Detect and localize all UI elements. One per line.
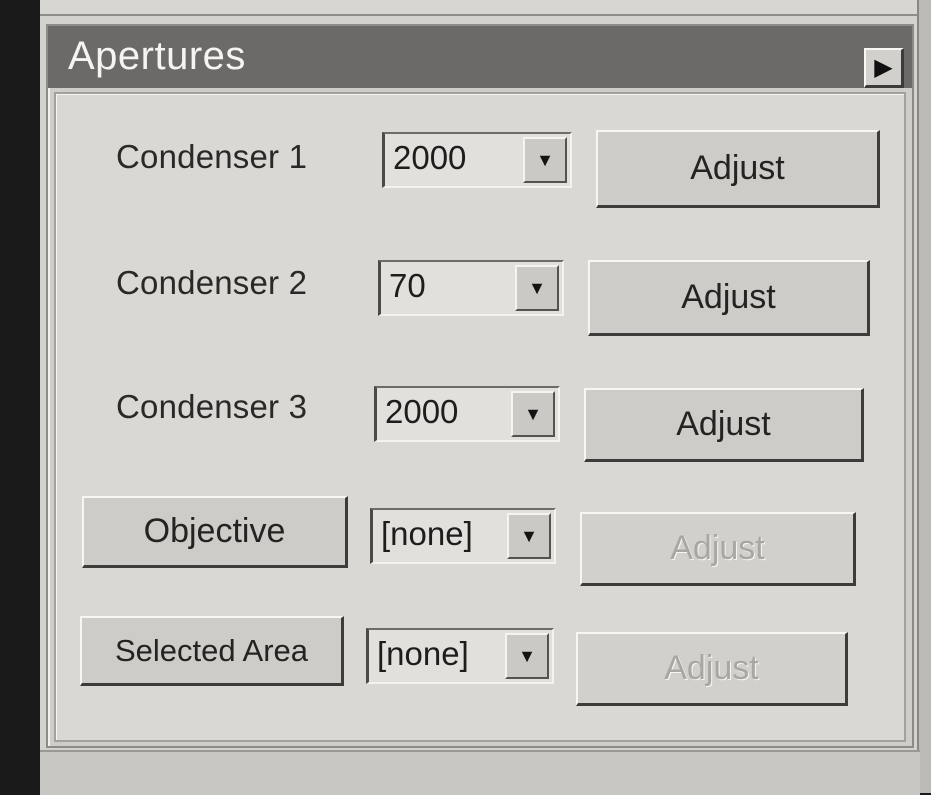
- condenser-3-adjust-button[interactable]: Adjust: [584, 388, 864, 462]
- chevron-down-icon[interactable]: ▼: [511, 391, 555, 437]
- chevron-down-icon[interactable]: ▼: [515, 265, 559, 311]
- chevron-down-icon[interactable]: ▼: [523, 137, 567, 183]
- selected-area-adjust-button: Adjust: [576, 632, 848, 706]
- chevron-down-icon[interactable]: ▼: [507, 513, 551, 559]
- condenser-1-adjust-button[interactable]: Adjust: [596, 130, 880, 208]
- objective-adjust-button: Adjust: [580, 512, 856, 586]
- selected-area-button[interactable]: Selected Area: [80, 616, 344, 686]
- condenser-1-label: Condenser 1: [116, 138, 308, 175]
- condenser-2-adjust-button[interactable]: Adjust: [588, 260, 870, 336]
- screen: Apertures ▶ Condenser 1 2000 ▼ Adjust Co…: [40, 0, 931, 795]
- upper-panel-edge: [40, 0, 920, 16]
- condenser-2-value: 70: [389, 267, 426, 304]
- expand-panel-button[interactable]: ▶: [864, 48, 904, 88]
- panel-title: Apertures: [68, 34, 246, 78]
- condenser-1-select[interactable]: 2000 ▼: [382, 132, 572, 188]
- triangle-right-icon: ▶: [874, 54, 893, 81]
- condenser-3-select[interactable]: 2000 ▼: [374, 386, 560, 442]
- panel-titlebar: Apertures ▶: [48, 26, 912, 88]
- condenser-2-select[interactable]: 70 ▼: [378, 260, 564, 316]
- window-right-edge: [917, 0, 931, 793]
- bottom-panel-edge: [40, 750, 920, 795]
- selected-area-value: [none]: [377, 635, 469, 672]
- chevron-down-icon[interactable]: ▼: [505, 633, 549, 679]
- objective-value: [none]: [381, 515, 473, 552]
- apertures-panel: Apertures ▶ Condenser 1 2000 ▼ Adjust Co…: [46, 24, 914, 748]
- objective-button[interactable]: Objective: [82, 496, 348, 568]
- condenser-2-label: Condenser 2: [116, 264, 308, 301]
- objective-select[interactable]: [none] ▼: [370, 508, 556, 564]
- condenser-3-value: 2000: [385, 393, 459, 430]
- selected-area-select[interactable]: [none] ▼: [366, 628, 554, 684]
- condenser-3-label: Condenser 3: [116, 388, 308, 425]
- condenser-1-value: 2000: [393, 139, 467, 176]
- apertures-controls: Condenser 1 2000 ▼ Adjust Condenser 2 70…: [54, 92, 906, 742]
